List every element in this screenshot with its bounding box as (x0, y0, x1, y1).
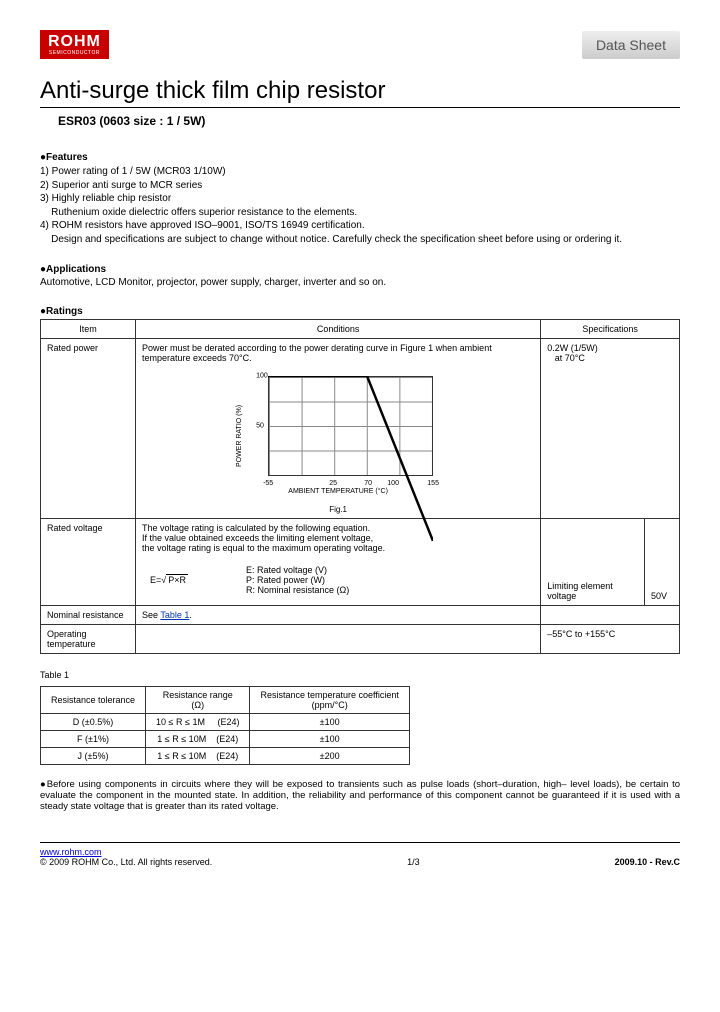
cell-spec: 0.2W (1/5W) at 70°C (541, 339, 680, 519)
cell: ±200 (250, 748, 409, 765)
features-heading: Features (40, 152, 680, 163)
feature-item: Ruthenium oxide dielectric offers superi… (40, 206, 680, 220)
x-tick: 25 (329, 480, 337, 487)
feature-item: Design and specifications are subject to… (40, 233, 680, 247)
legend-item: P: Rated power (W) (246, 575, 349, 585)
warning-body: Before using components in circuits wher… (40, 779, 680, 812)
table1-caption: Table 1 (40, 670, 680, 680)
features-heading-text: Features (46, 152, 88, 163)
cell: ±100 (250, 731, 409, 748)
applications-heading-text: Applications (46, 264, 106, 275)
ratings-col-spec: Specifications (541, 320, 680, 339)
logo-subtext: SEMICONDUCTOR (48, 50, 101, 57)
cell: J (±5%) (41, 748, 146, 765)
cell-item: Rated voltage (41, 519, 136, 606)
cell-spec (541, 606, 680, 625)
cell: 1 ≤ R ≤ 10M (E24) (146, 731, 250, 748)
ratings-heading-text: Ratings (46, 306, 83, 317)
cell: 10 ≤ R ≤ 1M (E24) (146, 714, 250, 731)
footer-url[interactable]: www.rohm.com (40, 847, 102, 857)
ratings-heading: Ratings (40, 306, 680, 317)
voltage-text: the voltage rating is equal to the maxim… (142, 543, 534, 553)
chart-xlabel: AMBIENT TEMPERATURE (°C) (238, 488, 438, 495)
page-title: Anti-surge thick film chip resistor (40, 77, 680, 105)
doc-type-label: Data Sheet (582, 31, 680, 59)
table1: Resistance tolerance Resistance range (Ω… (40, 686, 410, 765)
applications-heading: Applications (40, 264, 680, 275)
cell: F (±1%) (41, 731, 146, 748)
features-list: 1) Power rating of 1 / 5W (MCR03 1/10W) … (40, 165, 680, 246)
title-rule (40, 107, 680, 108)
derating-chart: POWER RATIO (%) 100 50 -55 25 70 100 155… (238, 371, 438, 501)
y-tick: 50 (256, 423, 264, 430)
footer-page: 1/3 (407, 857, 420, 867)
table-row: F (±1%) 1 ≤ R ≤ 10M (E24) ±100 (41, 731, 410, 748)
y-tick: 100 (256, 373, 268, 380)
header: ROHM SEMICONDUCTOR Data Sheet (40, 30, 680, 59)
feature-item: 3) Highly reliable chip resistor (40, 192, 680, 206)
table-row: Rated power Power must be derated accord… (41, 339, 680, 519)
ratings-table: Item Conditions Specifications Rated pow… (40, 319, 680, 654)
cell-spec: –55°C to +155°C (541, 625, 680, 654)
equation: E=√P×R (150, 575, 188, 585)
table-row: Nominal resistance See Table 1. (41, 606, 680, 625)
ratings-col-item: Item (41, 320, 136, 339)
cell-item: Operating temperature (41, 625, 136, 654)
equation-block: E=√P×R E: Rated voltage (V) P: Rated pow… (142, 559, 534, 601)
cell-item: Rated power (41, 339, 136, 519)
x-tick: 100 (387, 480, 399, 487)
table-row: Operating temperature –55°C to +155°C (41, 625, 680, 654)
table1-link[interactable]: Table 1 (160, 610, 189, 620)
x-tick: -55 (263, 480, 273, 487)
footer: www.rohm.com © 2009 ROHM Co., Ltd. All r… (40, 842, 680, 867)
cell-spec-label: Limiting element voltage (541, 519, 645, 606)
footer-copyright: © 2009 ROHM Co., Ltd. All rights reserve… (40, 857, 212, 867)
cell-conditions: Power must be derated according to the p… (136, 339, 541, 519)
feature-item: 1) Power rating of 1 / 5W (MCR03 1/10W) (40, 165, 680, 179)
footer-rev: 2009.10 - Rev.C (615, 857, 680, 867)
warning-text: Before using components in circuits wher… (40, 779, 680, 812)
cell-conditions: See Table 1. (136, 606, 541, 625)
table-row: D (±0.5%) 10 ≤ R ≤ 1M (E24) ±100 (41, 714, 410, 731)
ratings-col-cond: Conditions (136, 320, 541, 339)
applications-text: Automotive, LCD Monitor, projector, powe… (40, 277, 680, 288)
cell: D (±0.5%) (41, 714, 146, 731)
chart-ylabel: POWER RATIO (%) (236, 405, 243, 467)
x-tick: 70 (364, 480, 372, 487)
legend-item: E: Rated voltage (V) (246, 565, 349, 575)
derating-text: Power must be derated according to the p… (142, 343, 534, 363)
cell: ±100 (250, 714, 409, 731)
feature-item: 4) ROHM resistors have approved ISO–9001… (40, 219, 680, 233)
cell-conditions (136, 625, 541, 654)
x-tick: 155 (427, 480, 439, 487)
legend-item: R: Nominal resistance (Ω) (246, 585, 349, 595)
cell-item: Nominal resistance (41, 606, 136, 625)
table1-header: Resistance temperature coefficient (ppm/… (250, 687, 409, 714)
logo-text: ROHM (48, 34, 101, 50)
chart-line (268, 376, 433, 541)
subtitle: ESR03 (0603 size : 1 / 5W) (58, 114, 680, 128)
footer-left: www.rohm.com © 2009 ROHM Co., Ltd. All r… (40, 847, 212, 867)
table1-header: Resistance tolerance (41, 687, 146, 714)
logo: ROHM SEMICONDUCTOR (40, 30, 109, 59)
cell: 1 ≤ R ≤ 10M (E24) (146, 748, 250, 765)
cell-spec-val: 50V (645, 519, 680, 606)
table1-header: Resistance range (Ω) (146, 687, 250, 714)
table-row: J (±5%) 1 ≤ R ≤ 10M (E24) ±200 (41, 748, 410, 765)
feature-item: 2) Superior anti surge to MCR series (40, 179, 680, 193)
